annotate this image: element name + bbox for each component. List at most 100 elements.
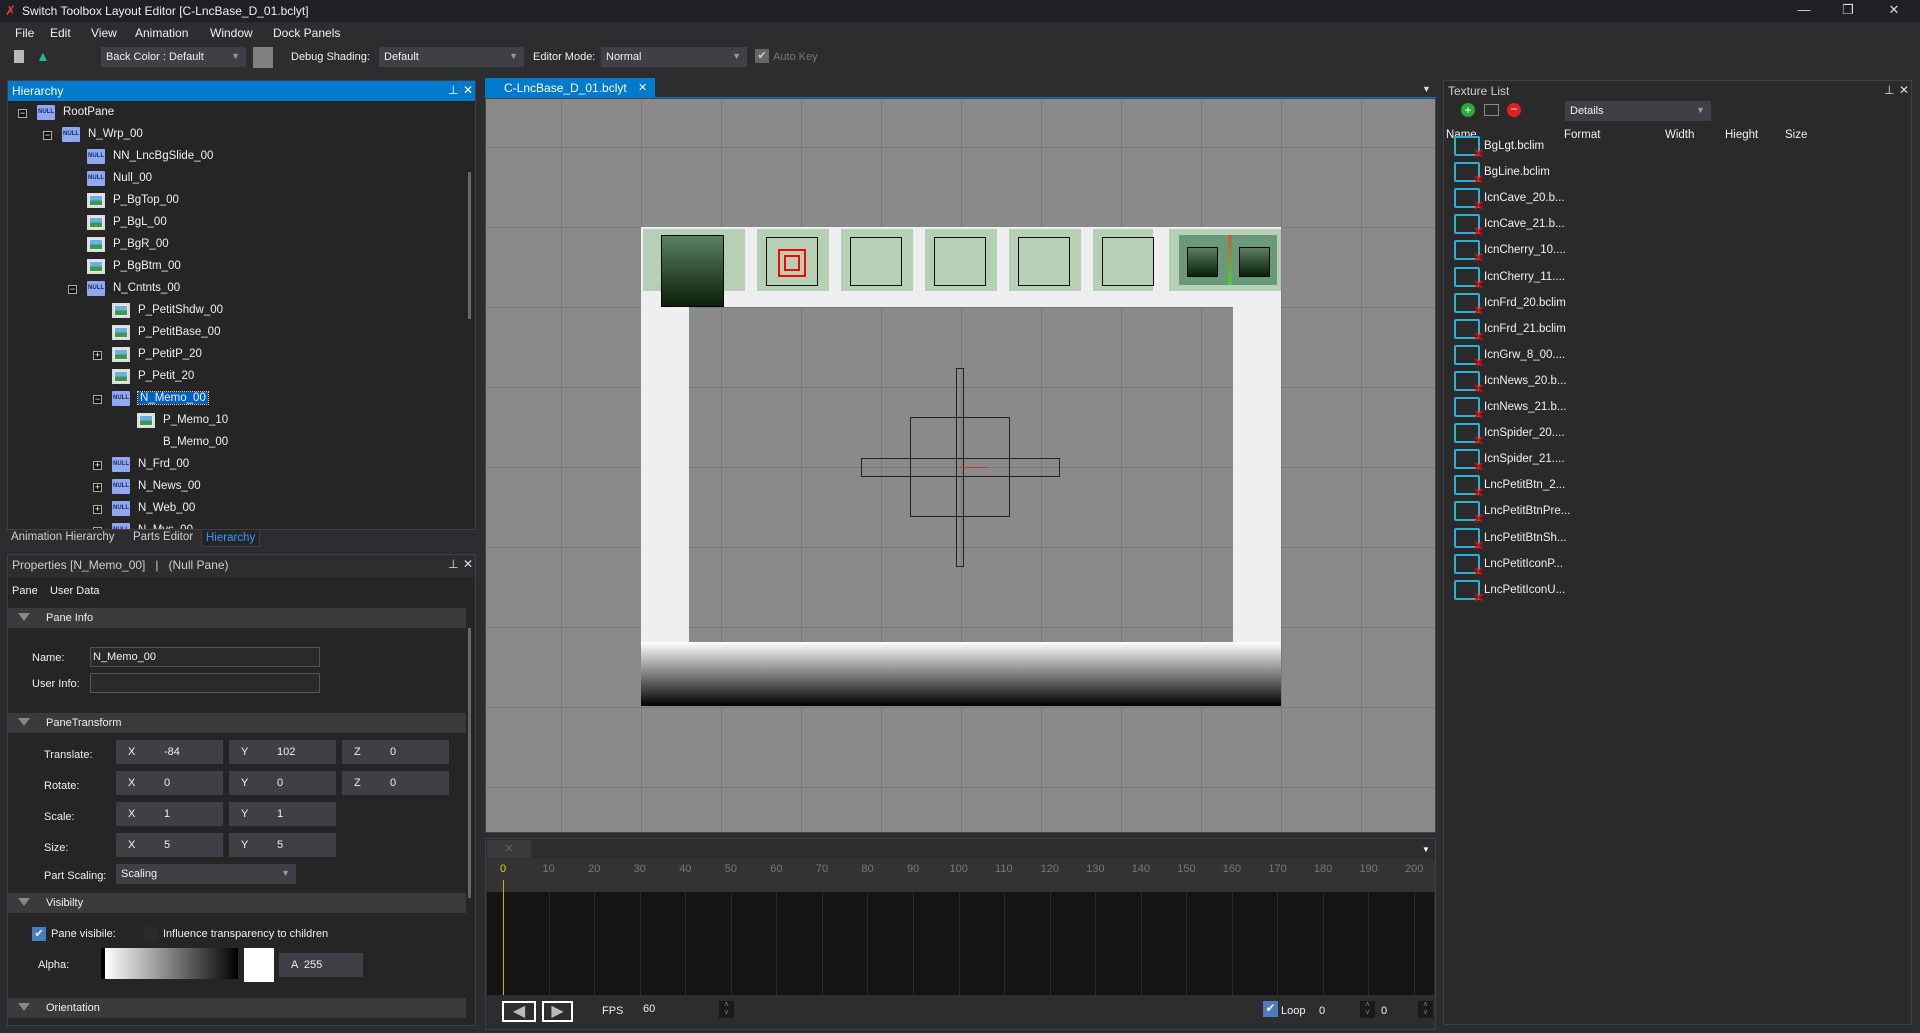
editor-mode-dropdown[interactable]: Normal ▼ [601, 47, 747, 67]
texture-item[interactable]: IcnNews_21.b... [1448, 396, 1908, 423]
menu-window[interactable]: Window [210, 26, 253, 40]
translate-x-field[interactable]: X -84 [116, 740, 223, 764]
texture-item[interactable]: LncPetitBtnPre... [1448, 500, 1908, 527]
tree-item[interactable]: P_Memo_10 [8, 411, 466, 431]
hierarchy-scrollbar[interactable] [468, 172, 471, 319]
tile[interactable] [1009, 229, 1081, 291]
tree-item[interactable]: − NULL N_Memo_00 [8, 389, 466, 409]
save-icon[interactable] [14, 50, 24, 63]
texture-item[interactable]: BgLine.bclim [1448, 161, 1908, 188]
collapse-icon[interactable]: − [68, 285, 77, 294]
size-x-field[interactable]: X5 [116, 833, 223, 857]
texture-item[interactable]: IcnCave_20.b... [1448, 187, 1908, 214]
timeline-track[interactable] [487, 892, 1434, 995]
tree-item[interactable]: NULL NN_LncBgSlide_00 [8, 147, 466, 167]
texture-item[interactable]: IcnNews_20.b... [1448, 370, 1908, 397]
pin-icon[interactable]: ⊥ [1884, 83, 1894, 97]
timeline-ruler[interactable]: 0 10 20 30 40 50 60 70 80 90 100 110 120 130 140 150 160… [486, 859, 1435, 892]
debug-shading-dropdown[interactable]: Default ▼ [379, 47, 524, 67]
texture-item[interactable]: IcnGrw_8_00.... [1448, 344, 1908, 371]
tree-item[interactable]: P_BgL_00 [8, 213, 466, 233]
expand-icon[interactable]: + [93, 505, 102, 514]
fps-input[interactable]: 60 [643, 1003, 655, 1015]
tile[interactable] [1093, 229, 1154, 291]
layout-viewport[interactable] [485, 98, 1436, 833]
texture-item[interactable]: LncPetitBtnSh... [1448, 527, 1908, 554]
loop-checkbox[interactable]: ✔ [1263, 1001, 1278, 1017]
remove-texture-icon[interactable]: − [1507, 103, 1521, 117]
back-color-dropdown[interactable]: Back Color : Default ▼ [101, 47, 246, 67]
fps-spinner[interactable]: ˄ ˅ [719, 1001, 734, 1018]
texture-item[interactable]: IcnCave_21.b... [1448, 213, 1908, 240]
triangle-tool-icon[interactable]: ▲ [36, 48, 50, 64]
auto-key-checkbox[interactable]: ✔ [755, 49, 769, 63]
tree-item[interactable]: + NULL N_Web_00 [8, 499, 466, 519]
tree-item[interactable]: P_PetitBase_00 [8, 323, 466, 343]
translate-y-field[interactable]: Y 102 [229, 740, 336, 764]
close-icon[interactable]: ✕ [1899, 83, 1909, 97]
texture-item[interactable]: IcnFrd_21.bclim [1448, 318, 1908, 345]
pin-icon[interactable]: ⊥ [448, 83, 458, 97]
texture-item[interactable]: IcnFrd_20.bclim [1448, 292, 1908, 319]
close-tab-icon[interactable]: ✕ [638, 81, 647, 94]
tab-hierarchy[interactable]: Hierarchy [201, 529, 261, 547]
start-frame-input[interactable]: 0 [1319, 1005, 1325, 1017]
tab-user-data[interactable]: User Data [50, 585, 100, 597]
translate-z-field[interactable]: Z0 [342, 740, 449, 764]
collapse-icon[interactable]: − [93, 395, 102, 404]
tab-document[interactable]: C-LncBase_D_01.bclyt ✕ [485, 78, 655, 98]
tree-item[interactable]: − NULL N_Wrp_00 [8, 125, 466, 145]
back-color-swatch[interactable] [253, 47, 273, 68]
tree-item[interactable]: + P_PetitP_20 [8, 345, 466, 365]
rotate-z-field[interactable]: Z0 [342, 771, 449, 795]
pin-icon[interactable]: ⊥ [448, 557, 458, 571]
alpha-field[interactable]: A 255 [279, 953, 363, 977]
size-y-field[interactable]: Y5 [229, 833, 336, 857]
expand-icon[interactable]: + [93, 527, 102, 529]
texture-item[interactable]: LncPetitBtn_2... [1448, 474, 1908, 501]
tree-item[interactable]: + NULL N_Mvs_00 [8, 521, 466, 529]
collapse-icon[interactable]: − [18, 109, 27, 118]
tile[interactable] [841, 229, 913, 291]
timeline-tab-close-icon[interactable]: ✕ [487, 840, 531, 858]
previous-frame-button[interactable]: ◀ [502, 1001, 536, 1022]
tree-item[interactable]: + NULL N_News_00 [8, 477, 466, 497]
menu-edit[interactable]: Edit [50, 26, 71, 40]
close-button[interactable]: ✕ [1879, 2, 1909, 20]
next-frame-button[interactable]: ▶ [542, 1001, 573, 1022]
menu-view[interactable]: View [91, 26, 117, 40]
expand-icon[interactable]: + [93, 461, 102, 470]
tree-item[interactable]: P_BgTop_00 [8, 191, 466, 211]
end-frame-input[interactable]: 0 [1381, 1005, 1387, 1017]
pane-visible-checkbox[interactable]: ✔ [32, 927, 46, 941]
properties-scrollbar[interactable] [468, 628, 471, 898]
expand-icon[interactable]: + [93, 483, 102, 492]
maximize-button[interactable]: ❐ [1833, 2, 1863, 20]
texture-item[interactable]: BgLgt.bclim [1448, 135, 1908, 162]
tree-item[interactable]: + NULL N_Frd_00 [8, 455, 466, 475]
minimize-button[interactable]: — [1789, 2, 1819, 20]
rotate-y-field[interactable]: Y0 [229, 771, 336, 795]
section-pane-info[interactable]: Pane Info [8, 608, 466, 628]
tab-pane[interactable]: Pane [12, 585, 38, 597]
close-icon[interactable]: ✕ [463, 557, 473, 571]
part-scaling-dropdown[interactable]: Scaling ▼ [116, 864, 296, 884]
tree-item[interactable]: P_BgR_00 [8, 235, 466, 255]
texture-item[interactable]: IcnCherry_10.... [1448, 239, 1908, 266]
texture-item[interactable]: LncPetitIconP... [1448, 553, 1908, 580]
user-info-input[interactable] [90, 673, 320, 693]
tree-item[interactable]: P_PetitShdw_00 [8, 301, 466, 321]
section-orientation[interactable]: Orientation [8, 998, 466, 1018]
scale-x-field[interactable]: X1 [116, 802, 223, 826]
tile-double[interactable] [1169, 229, 1281, 291]
tab-overflow-icon[interactable]: ▼ [1422, 84, 1431, 94]
collapse-icon[interactable]: − [43, 131, 52, 140]
texture-item[interactable]: IcnSpider_20.... [1448, 422, 1908, 449]
texture-item[interactable]: LncPetitIconU... [1448, 579, 1908, 606]
tab-animation-hierarchy[interactable]: Animation Hierarchy [11, 531, 115, 543]
tree-item[interactable]: P_Petit_20 [8, 367, 466, 387]
alpha-gradient-slider[interactable] [101, 948, 238, 979]
texture-item[interactable]: IcnSpider_21.... [1448, 448, 1908, 475]
tab-parts-editor[interactable]: Parts Editor [133, 531, 193, 543]
tree-item[interactable]: − NULL RootPane [8, 103, 466, 123]
